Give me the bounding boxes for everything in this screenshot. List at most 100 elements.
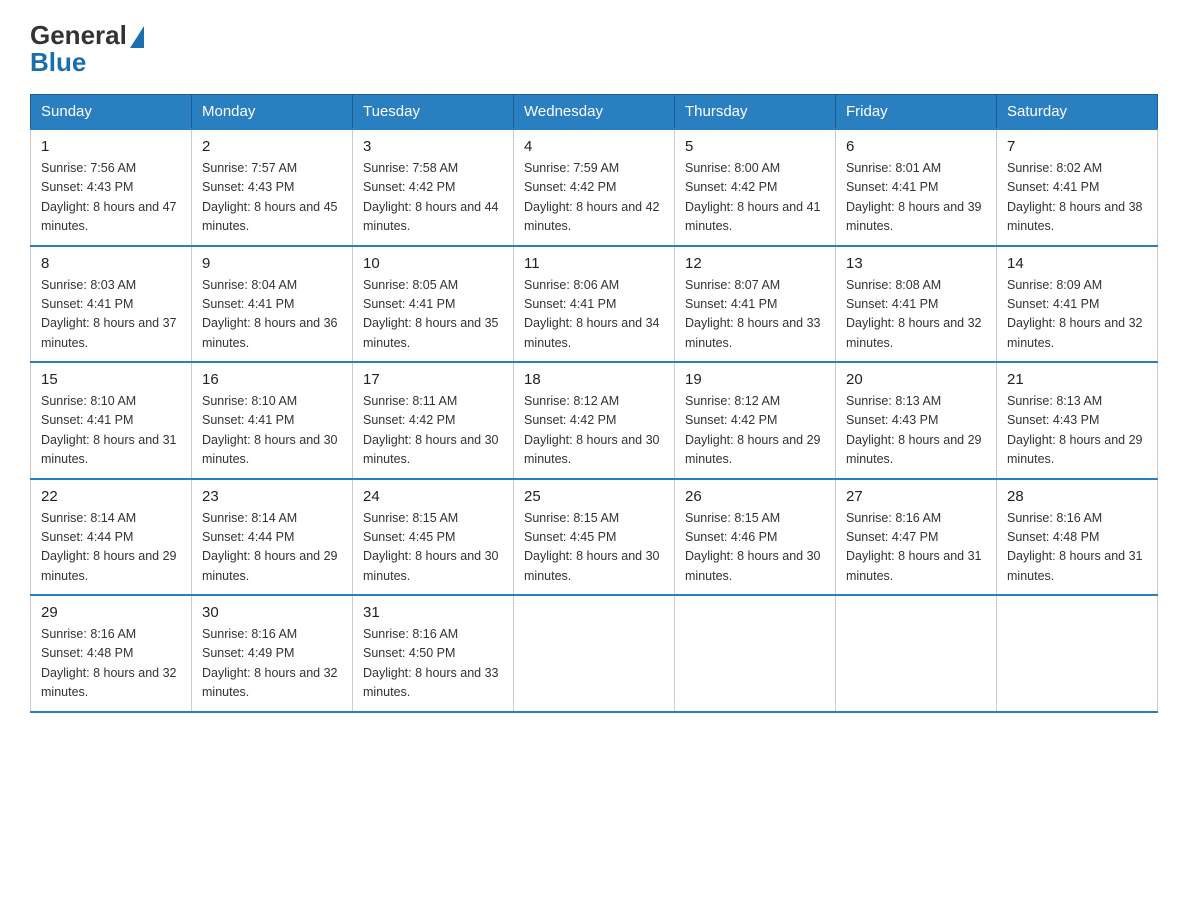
- day-number: 24: [363, 488, 503, 505]
- day-info: Sunrise: 8:05 AMSunset: 4:41 PMDaylight:…: [363, 276, 503, 354]
- day-info: Sunrise: 7:56 AMSunset: 4:43 PMDaylight:…: [41, 159, 181, 237]
- calendar-cell: 16 Sunrise: 8:10 AMSunset: 4:41 PMDayligh…: [192, 362, 353, 479]
- day-number: 23: [202, 488, 342, 505]
- calendar-cell: 9 Sunrise: 8:04 AMSunset: 4:41 PMDaylight…: [192, 246, 353, 363]
- calendar-cell: 30 Sunrise: 8:16 AMSunset: 4:49 PMDayligh…: [192, 595, 353, 712]
- calendar-cell: 1 Sunrise: 7:56 AMSunset: 4:43 PMDaylight…: [31, 129, 192, 246]
- calendar-cell: 8 Sunrise: 8:03 AMSunset: 4:41 PMDaylight…: [31, 246, 192, 363]
- calendar-cell: [997, 595, 1158, 712]
- day-info: Sunrise: 8:13 AMSunset: 4:43 PMDaylight:…: [1007, 392, 1147, 470]
- day-number: 18: [524, 371, 664, 388]
- day-number: 5: [685, 138, 825, 155]
- day-number: 31: [363, 604, 503, 621]
- col-header-tuesday: Tuesday: [353, 95, 514, 130]
- day-number: 7: [1007, 138, 1147, 155]
- day-info: Sunrise: 7:58 AMSunset: 4:42 PMDaylight:…: [363, 159, 503, 237]
- day-number: 30: [202, 604, 342, 621]
- day-info: Sunrise: 8:09 AMSunset: 4:41 PMDaylight:…: [1007, 276, 1147, 354]
- day-info: Sunrise: 8:14 AMSunset: 4:44 PMDaylight:…: [202, 509, 342, 587]
- calendar-cell: 23 Sunrise: 8:14 AMSunset: 4:44 PMDayligh…: [192, 479, 353, 596]
- calendar-cell: 12Sunrise: 8:07 AMSunset: 4:41 PMDayligh…: [675, 246, 836, 363]
- calendar-cell: 27 Sunrise: 8:16 AMSunset: 4:47 PMDayligh…: [836, 479, 997, 596]
- day-number: 27: [846, 488, 986, 505]
- day-info: Sunrise: 8:16 AMSunset: 4:47 PMDaylight:…: [846, 509, 986, 587]
- logo-triangle-icon: [130, 26, 144, 48]
- day-info: Sunrise: 8:11 AMSunset: 4:42 PMDaylight:…: [363, 392, 503, 470]
- day-number: 1: [41, 138, 181, 155]
- day-info: Sunrise: 8:03 AMSunset: 4:41 PMDaylight:…: [41, 276, 181, 354]
- calendar-cell: 14 Sunrise: 8:09 AMSunset: 4:41 PMDayligh…: [997, 246, 1158, 363]
- day-number: 16: [202, 371, 342, 388]
- calendar-cell: 13Sunrise: 8:08 AMSunset: 4:41 PMDayligh…: [836, 246, 997, 363]
- col-header-sunday: Sunday: [31, 95, 192, 130]
- day-info: Sunrise: 8:01 AMSunset: 4:41 PMDaylight:…: [846, 159, 986, 237]
- day-number: 15: [41, 371, 181, 388]
- calendar-cell: 3Sunrise: 7:58 AMSunset: 4:42 PMDaylight…: [353, 129, 514, 246]
- day-info: Sunrise: 8:16 AMSunset: 4:48 PMDaylight:…: [41, 625, 181, 703]
- day-number: 10: [363, 255, 503, 272]
- day-info: Sunrise: 8:14 AMSunset: 4:44 PMDaylight:…: [41, 509, 181, 587]
- calendar-header-row: SundayMondayTuesdayWednesdayThursdayFrid…: [31, 95, 1158, 130]
- day-info: Sunrise: 8:00 AMSunset: 4:42 PMDaylight:…: [685, 159, 825, 237]
- calendar-cell: [836, 595, 997, 712]
- calendar-cell: 17 Sunrise: 8:11 AMSunset: 4:42 PMDayligh…: [353, 362, 514, 479]
- calendar-cell: 19 Sunrise: 8:12 AMSunset: 4:42 PMDayligh…: [675, 362, 836, 479]
- calendar-cell: [514, 595, 675, 712]
- day-number: 29: [41, 604, 181, 621]
- day-info: Sunrise: 8:12 AMSunset: 4:42 PMDaylight:…: [685, 392, 825, 470]
- day-info: Sunrise: 8:15 AMSunset: 4:45 PMDaylight:…: [524, 509, 664, 587]
- day-number: 28: [1007, 488, 1147, 505]
- day-info: Sunrise: 8:16 AMSunset: 4:49 PMDaylight:…: [202, 625, 342, 703]
- day-number: 17: [363, 371, 503, 388]
- day-number: 4: [524, 138, 664, 155]
- calendar-week-row: 22 Sunrise: 8:14 AMSunset: 4:44 PMDayligh…: [31, 479, 1158, 596]
- day-number: 12: [685, 255, 825, 272]
- calendar-cell: 28 Sunrise: 8:16 AMSunset: 4:48 PMDayligh…: [997, 479, 1158, 596]
- day-number: 19: [685, 371, 825, 388]
- day-info: Sunrise: 8:08 AMSunset: 4:41 PMDaylight:…: [846, 276, 986, 354]
- col-header-saturday: Saturday: [997, 95, 1158, 130]
- day-info: Sunrise: 8:10 AMSunset: 4:41 PMDaylight:…: [202, 392, 342, 470]
- day-info: Sunrise: 8:10 AMSunset: 4:41 PMDaylight:…: [41, 392, 181, 470]
- day-info: Sunrise: 7:57 AMSunset: 4:43 PMDaylight:…: [202, 159, 342, 237]
- logo-blue: Blue: [30, 47, 144, 78]
- calendar-cell: [675, 595, 836, 712]
- day-number: 6: [846, 138, 986, 155]
- day-info: Sunrise: 8:16 AMSunset: 4:50 PMDaylight:…: [363, 625, 503, 703]
- calendar-cell: 29 Sunrise: 8:16 AMSunset: 4:48 PMDayligh…: [31, 595, 192, 712]
- calendar-cell: 26 Sunrise: 8:15 AMSunset: 4:46 PMDayligh…: [675, 479, 836, 596]
- day-number: 20: [846, 371, 986, 388]
- calendar-cell: 2 Sunrise: 7:57 AMSunset: 4:43 PMDaylight…: [192, 129, 353, 246]
- day-info: Sunrise: 8:15 AMSunset: 4:46 PMDaylight:…: [685, 509, 825, 587]
- day-info: Sunrise: 7:59 AMSunset: 4:42 PMDaylight:…: [524, 159, 664, 237]
- col-header-wednesday: Wednesday: [514, 95, 675, 130]
- day-info: Sunrise: 8:15 AMSunset: 4:45 PMDaylight:…: [363, 509, 503, 587]
- day-number: 25: [524, 488, 664, 505]
- day-number: 9: [202, 255, 342, 272]
- calendar-cell: 21 Sunrise: 8:13 AMSunset: 4:43 PMDayligh…: [997, 362, 1158, 479]
- col-header-monday: Monday: [192, 95, 353, 130]
- calendar-cell: 25 Sunrise: 8:15 AMSunset: 4:45 PMDayligh…: [514, 479, 675, 596]
- col-header-friday: Friday: [836, 95, 997, 130]
- day-info: Sunrise: 8:16 AMSunset: 4:48 PMDaylight:…: [1007, 509, 1147, 587]
- day-number: 22: [41, 488, 181, 505]
- day-info: Sunrise: 8:12 AMSunset: 4:42 PMDaylight:…: [524, 392, 664, 470]
- day-number: 2: [202, 138, 342, 155]
- col-header-thursday: Thursday: [675, 95, 836, 130]
- calendar-cell: 10 Sunrise: 8:05 AMSunset: 4:41 PMDayligh…: [353, 246, 514, 363]
- day-number: 8: [41, 255, 181, 272]
- calendar-cell: 4 Sunrise: 7:59 AMSunset: 4:42 PMDaylight…: [514, 129, 675, 246]
- calendar-cell: 22 Sunrise: 8:14 AMSunset: 4:44 PMDayligh…: [31, 479, 192, 596]
- calendar-cell: 11Sunrise: 8:06 AMSunset: 4:41 PMDayligh…: [514, 246, 675, 363]
- calendar-table: SundayMondayTuesdayWednesdayThursdayFrid…: [30, 94, 1158, 713]
- day-number: 21: [1007, 371, 1147, 388]
- calendar-cell: 20Sunrise: 8:13 AMSunset: 4:43 PMDayligh…: [836, 362, 997, 479]
- calendar-week-row: 8 Sunrise: 8:03 AMSunset: 4:41 PMDaylight…: [31, 246, 1158, 363]
- day-number: 14: [1007, 255, 1147, 272]
- day-number: 26: [685, 488, 825, 505]
- calendar-week-row: 29 Sunrise: 8:16 AMSunset: 4:48 PMDayligh…: [31, 595, 1158, 712]
- calendar-cell: 18 Sunrise: 8:12 AMSunset: 4:42 PMDayligh…: [514, 362, 675, 479]
- day-info: Sunrise: 8:04 AMSunset: 4:41 PMDaylight:…: [202, 276, 342, 354]
- calendar-cell: 24 Sunrise: 8:15 AMSunset: 4:45 PMDayligh…: [353, 479, 514, 596]
- calendar-cell: 7Sunrise: 8:02 AMSunset: 4:41 PMDaylight…: [997, 129, 1158, 246]
